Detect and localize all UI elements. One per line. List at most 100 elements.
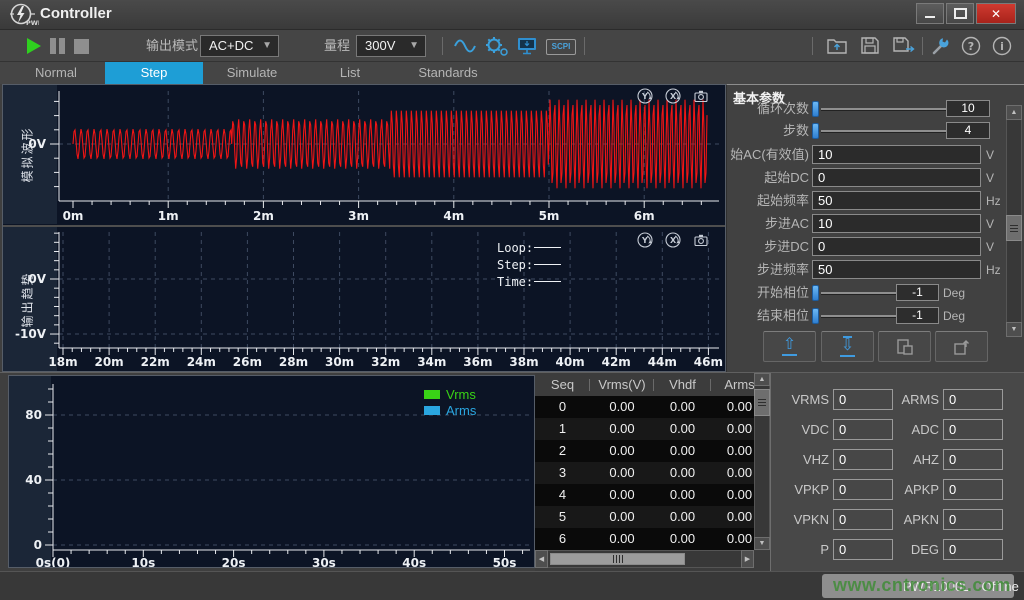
table-row[interactable]: 40.000.000.00 — [535, 484, 754, 506]
meas-field-apkn[interactable]: 0 — [943, 509, 1003, 530]
table-row[interactable]: 00.000.000.00 — [535, 396, 754, 418]
trend-step-readout: Step: — [497, 256, 561, 273]
table-row[interactable]: 20.000.000.00 — [535, 440, 754, 462]
stop-button[interactable] — [74, 39, 89, 54]
scroll-up-arrow[interactable]: ▲ — [754, 373, 770, 386]
cell: 0.00 — [654, 396, 711, 418]
slider-thumb-8[interactable] — [812, 285, 819, 301]
svg-text:26m: 26m — [233, 355, 262, 369]
minimize-button[interactable] — [916, 3, 944, 24]
table-row[interactable]: 60.000.000.00 — [535, 528, 754, 550]
param-input-2[interactable]: 10 — [812, 145, 981, 164]
scroll-down-arrow[interactable]: ▼ — [1006, 322, 1022, 337]
info-icon[interactable]: i — [992, 36, 1013, 57]
param-input-6[interactable]: 0 — [812, 237, 981, 256]
meas-field-apkp[interactable]: 0 — [943, 479, 1003, 500]
open-file-icon[interactable] — [826, 36, 848, 55]
meas-field-ahz[interactable]: 0 — [943, 449, 1003, 470]
slider-track-0[interactable] — [821, 108, 946, 111]
column-header-arms[interactable]: Arms — [711, 373, 754, 396]
table-row[interactable]: 30.000.000.00 — [535, 462, 754, 484]
cell: 0.00 — [590, 440, 654, 462]
slider-value-9[interactable]: -1 — [896, 307, 939, 324]
svg-text:18m: 18m — [48, 355, 77, 369]
column-header-vhdf[interactable]: Vhdf — [654, 373, 711, 396]
meas-label-apkn: APKN — [881, 511, 939, 529]
param-input-7[interactable]: 50 — [812, 260, 981, 279]
meas-label-adc: ADC — [881, 421, 939, 439]
scroll-left-arrow[interactable]: ◀ — [535, 550, 548, 568]
mode-tab-bar: NormalStepSimulateListStandards — [0, 62, 1024, 84]
svg-text:5m: 5m — [539, 209, 560, 223]
meas-label-apkp: APKP — [881, 481, 939, 499]
snapshot-camera-icon[interactable] — [693, 232, 710, 248]
slider-track-8[interactable] — [821, 292, 896, 295]
unit-label: Deg — [943, 284, 965, 302]
unit-label: Hz — [986, 261, 1001, 279]
output-mode-select[interactable]: AC+DC ▼ — [200, 35, 279, 57]
slider-value-8[interactable]: -1 — [896, 284, 939, 301]
param-input-4[interactable]: 50 — [812, 191, 981, 210]
table-vscroll-thumb[interactable] — [754, 389, 770, 416]
slider-thumb-0[interactable] — [812, 101, 819, 117]
meas-field-arms[interactable]: 0 — [943, 389, 1003, 410]
svg-text:30s: 30s — [312, 556, 336, 567]
meas-field-deg[interactable]: 0 — [943, 539, 1003, 560]
column-header-vrmsv[interactable]: Vrms(V) — [590, 373, 654, 396]
cell: 0.00 — [654, 418, 711, 440]
scpi-icon[interactable]: SCPI — [546, 39, 576, 55]
tab-step[interactable]: Step — [105, 62, 203, 84]
tools-wrench-icon[interactable] — [930, 36, 952, 57]
save-icon[interactable] — [860, 36, 880, 55]
param-label-0: 循环次数 — [727, 100, 809, 118]
autoscale-x-icon[interactable]: X — [665, 88, 682, 104]
scroll-up-arrow[interactable]: ▲ — [1006, 105, 1022, 120]
pause-button[interactable] — [50, 38, 56, 54]
slider-value-0[interactable]: 10 — [946, 100, 990, 117]
scroll-right-arrow[interactable]: ▶ — [741, 550, 754, 568]
tab-list[interactable]: List — [301, 62, 399, 84]
tab-standards[interactable]: Standards — [399, 62, 497, 84]
slider-track-1[interactable] — [821, 130, 946, 133]
range-select[interactable]: 300V ▼ — [356, 35, 426, 57]
autoscale-x-icon[interactable]: X — [665, 232, 682, 248]
table-hscroll-thumb[interactable] — [550, 553, 685, 565]
slider-thumb-9[interactable] — [812, 308, 819, 324]
slider-thumb-1[interactable] — [812, 123, 819, 139]
cell: 0.00 — [711, 418, 754, 440]
settings-gear-icon[interactable] — [484, 36, 510, 57]
move-up-button[interactable]: ⇧ — [763, 331, 816, 362]
load-sequence-button[interactable] — [935, 331, 988, 362]
scroll-down-arrow[interactable]: ▼ — [754, 537, 770, 550]
remote-monitor-icon[interactable] — [516, 36, 540, 56]
run-button[interactable] — [27, 38, 41, 54]
param-input-5[interactable]: 10 — [812, 214, 981, 233]
separator — [584, 37, 585, 55]
slider-value-1[interactable]: 4 — [946, 122, 990, 139]
table-row[interactable]: 50.000.000.00 — [535, 506, 754, 528]
cell: 0.00 — [654, 484, 711, 506]
maximize-button[interactable] — [946, 3, 974, 24]
table-row[interactable]: 10.000.000.00 — [535, 418, 754, 440]
waveform-display-icon[interactable] — [452, 36, 478, 56]
svg-text:50s: 50s — [493, 556, 517, 567]
save-as-icon[interactable] — [892, 36, 916, 55]
table-header: SeqVrms(V)VhdfArms — [535, 373, 754, 396]
autoscale-y-icon[interactable]: Y — [637, 232, 654, 248]
meas-field-adc[interactable]: 0 — [943, 419, 1003, 440]
slider-track-9[interactable] — [821, 315, 896, 318]
tab-simulate[interactable]: Simulate — [203, 62, 301, 84]
svg-text:1m: 1m — [158, 209, 179, 223]
save-sequence-button[interactable] — [878, 331, 931, 362]
help-icon[interactable]: ? — [961, 36, 982, 57]
autoscale-y-icon[interactable]: Y — [637, 88, 654, 104]
param-input-3[interactable]: 0 — [812, 168, 981, 187]
move-down-button[interactable]: ⇩ — [821, 331, 874, 362]
column-header-seq[interactable]: Seq — [535, 373, 590, 396]
unit-label: V — [986, 169, 994, 187]
param-scroll-thumb[interactable] — [1006, 215, 1022, 241]
svg-text:46m: 46m — [694, 355, 723, 369]
tab-normal[interactable]: Normal — [7, 62, 105, 84]
close-button[interactable]: ✕ — [976, 3, 1016, 24]
snapshot-camera-icon[interactable] — [693, 88, 710, 104]
